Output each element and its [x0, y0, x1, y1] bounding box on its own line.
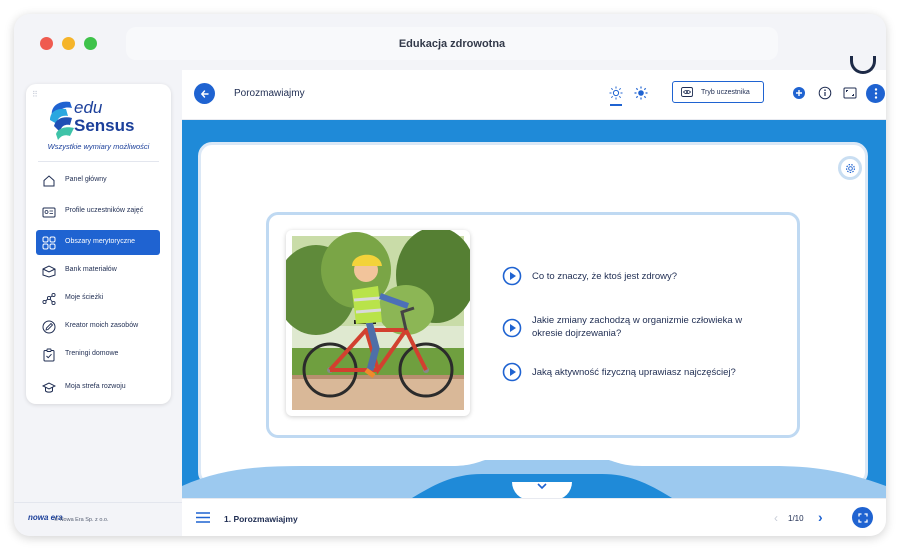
sidebar-item-label: Moje ścieżki	[65, 294, 104, 302]
slide-settings-button[interactable]	[838, 156, 862, 180]
sidebar-item-label: Profile uczestników zajęć	[65, 207, 144, 215]
path-icon	[42, 292, 56, 305]
info-icon[interactable]	[818, 86, 832, 100]
more-options-button[interactable]	[866, 84, 885, 103]
brand-tagline: Wszystkie wymiary możliwości	[47, 142, 150, 151]
lesson-stage: Co to znaczy, że ktoś jest zdrowy? Jakie…	[182, 120, 886, 500]
question-item[interactable]: Jaką aktywność fizyczną uprawiasz najczę…	[502, 362, 736, 382]
eye-icon	[681, 87, 693, 97]
play-icon[interactable]	[502, 362, 522, 382]
content-header: Porozmawiajmy Tryb uczestnika	[182, 56, 886, 120]
question-item[interactable]: Jakie zmiany zachodzą w organizmie człow…	[502, 314, 764, 340]
fullscreen-button[interactable]	[852, 507, 873, 528]
sidebar-divider	[38, 161, 159, 162]
bottom-navigation: 1. Porozmawiajmy ‹ 1/10 ›	[182, 498, 886, 536]
sidebar-item-label: Moja strefa rozwoju	[65, 383, 126, 391]
logo-text-edu: edu	[74, 98, 103, 117]
light-theme-icon[interactable]	[609, 86, 623, 100]
pencil-icon	[42, 320, 56, 333]
copyright-text: © Nowa Era Sp. z o.o.	[54, 517, 109, 523]
app-window: Edukacja zdrowotna ⠿ edu Sensus Wszystki…	[14, 14, 886, 536]
lesson-title: Porozmawiajmy	[234, 88, 305, 99]
home-icon	[43, 174, 55, 186]
sidebar-item-treningi-domowe[interactable]: Treningi domowe	[36, 342, 160, 367]
sidebar-item-bank-materialow[interactable]: Bank materiałów	[36, 258, 160, 283]
sidebar-item-label: Kreator moich zasobów	[65, 322, 139, 330]
add-icon[interactable]	[792, 86, 806, 100]
page-indicator: 1/10	[788, 514, 804, 523]
play-icon[interactable]	[502, 266, 522, 286]
title-bar: Edukacja zdrowotna	[14, 14, 886, 70]
participant-mode-label: Tryb uczestnika	[701, 88, 750, 96]
sidebar-item-moja-strefa-rozwoju[interactable]: Moja strefa rozwoju	[36, 375, 160, 400]
back-button[interactable]	[194, 83, 215, 104]
hamburger-menu-icon[interactable]	[196, 512, 210, 523]
sidebar-nav: Panel główny Profile uczestników zajęć O…	[36, 168, 160, 403]
sidebar-item-label: Panel główny	[65, 176, 107, 184]
dark-theme-icon[interactable]	[634, 86, 648, 100]
slide-breadcrumb: 1. Porozmawiajmy	[224, 514, 298, 524]
chevron-down-icon	[537, 483, 547, 490]
previous-slide-button[interactable]: ‹	[774, 511, 778, 525]
maximize-window-button[interactable]	[84, 37, 97, 50]
box-icon	[42, 264, 56, 278]
arrow-left-icon	[200, 89, 209, 98]
window-title: Edukacja zdrowotna	[126, 27, 778, 60]
sidebar-footer: nowa era © Nowa Era Sp. z o.o.	[14, 502, 182, 536]
question-text: Co to znaczy, że ktoś jest zdrowy?	[532, 271, 678, 282]
boy-on-bicycle-image	[276, 227, 476, 410]
sidebar-item-profile[interactable]: Profile uczestników zajęć	[36, 196, 160, 227]
sidebar-item-obszary-merytoryczne[interactable]: Obszary merytoryczne	[36, 230, 160, 255]
sidebar-item-moje-sciezki[interactable]: Moje ścieżki	[36, 286, 160, 311]
expand-view-icon[interactable]	[843, 86, 857, 100]
cyclist-illustration	[276, 227, 476, 416]
clipboard-icon	[43, 348, 55, 361]
avatar[interactable]	[850, 56, 876, 74]
question-item[interactable]: Co to znaczy, że ktoś jest zdrowy?	[502, 266, 677, 286]
question-text: Jaką aktywność fizyczną uprawiasz najczę…	[532, 367, 736, 378]
gear-icon	[845, 163, 855, 173]
question-text: Jakie zmiany zachodzą w organizmie człow…	[532, 315, 743, 339]
grid-icon	[42, 236, 56, 249]
active-theme-indicator	[610, 104, 622, 106]
sidebar-item-label: Treningi domowe	[65, 350, 119, 358]
sidebar-item-label: Obszary merytoryczne	[65, 238, 136, 246]
play-icon[interactable]	[502, 318, 522, 338]
drag-handle-icon[interactable]: ⠿	[32, 90, 38, 99]
participant-mode-button[interactable]: Tryb uczestnika	[672, 81, 764, 103]
sidebar: ⠿ edu Sensus Wszystkie wymiary możliwośc…	[26, 84, 171, 404]
fullscreen-icon	[857, 512, 868, 523]
minimize-window-button[interactable]	[62, 37, 75, 50]
sidebar-item-label: Bank materiałów	[65, 266, 117, 274]
next-slide-button[interactable]: ›	[818, 509, 823, 525]
id-card-icon	[42, 207, 56, 217]
sidebar-item-panel-glowny[interactable]: Panel główny	[36, 168, 160, 193]
kebab-menu-icon	[874, 88, 877, 99]
sidebar-item-kreator[interactable]: Kreator moich zasobów	[36, 314, 160, 339]
graduation-cap-icon	[42, 381, 56, 393]
logo-text-sensus: Sensus	[74, 116, 135, 135]
close-window-button[interactable]	[40, 37, 53, 50]
